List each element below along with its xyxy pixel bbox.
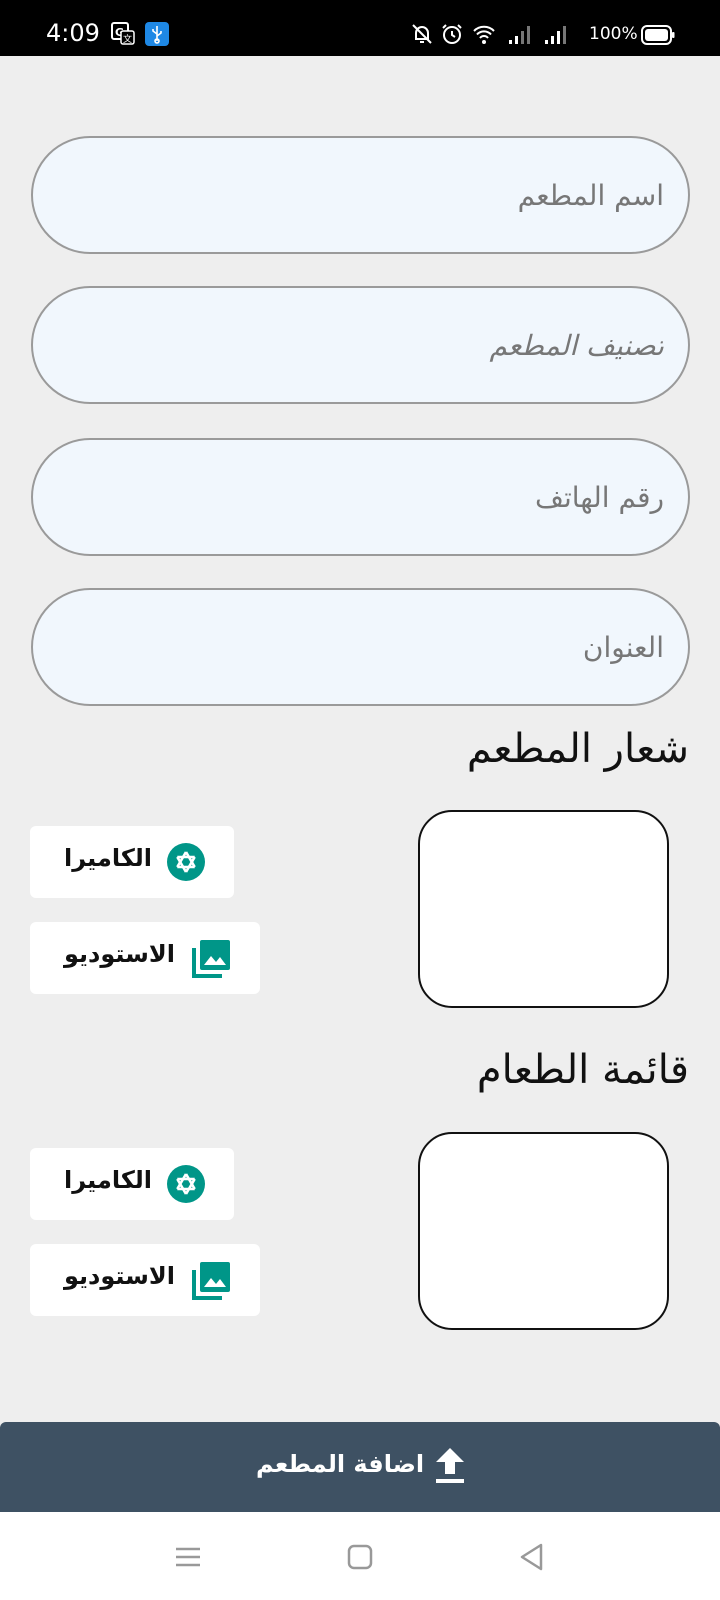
status-bar: 4:09 G 文 100% bbox=[0, 0, 720, 56]
gallery-icon bbox=[192, 940, 230, 978]
logo-section-title: شعار المطعم bbox=[466, 726, 689, 772]
camera-icon bbox=[167, 1165, 205, 1203]
menu-studio-label: الاستوديو bbox=[64, 1262, 175, 1290]
logo-studio-label: الاستوديو bbox=[64, 940, 175, 968]
menu-camera-label: الكاميرا bbox=[64, 1166, 153, 1194]
restaurant-category-input[interactable] bbox=[33, 288, 688, 402]
upload-icon bbox=[436, 1448, 464, 1483]
menu-studio-button[interactable]: الاستوديو bbox=[30, 1244, 260, 1316]
translate-icon: G 文 bbox=[111, 22, 135, 45]
address-input[interactable] bbox=[33, 590, 688, 704]
system-nav-bar bbox=[0, 1512, 720, 1600]
restaurant-name-input[interactable] bbox=[33, 138, 688, 252]
address-field[interactable] bbox=[31, 588, 690, 706]
svg-text:文: 文 bbox=[123, 33, 132, 45]
logo-camera-button[interactable]: الكاميرا bbox=[30, 826, 234, 898]
add-restaurant-label: اضافة المطعم bbox=[256, 1450, 425, 1478]
camera-icon bbox=[167, 843, 205, 881]
battery-icon bbox=[641, 25, 675, 45]
menu-image-preview[interactable] bbox=[418, 1132, 669, 1330]
menu-section-title: قائمة الطعام bbox=[476, 1047, 689, 1093]
home-icon[interactable] bbox=[342, 1539, 378, 1575]
wifi-icon bbox=[473, 25, 495, 44]
phone-input[interactable] bbox=[33, 440, 688, 554]
logo-studio-button[interactable]: الاستوديو bbox=[30, 922, 260, 994]
menu-icon[interactable] bbox=[170, 1539, 206, 1575]
menu-camera-button[interactable]: الكاميرا bbox=[30, 1148, 234, 1220]
status-time: 4:09 bbox=[46, 19, 100, 47]
gallery-icon bbox=[192, 1262, 230, 1300]
logo-image-preview[interactable] bbox=[418, 810, 669, 1008]
restaurant-category-field[interactable] bbox=[31, 286, 690, 404]
battery-level: 100% bbox=[589, 24, 638, 44]
back-icon[interactable] bbox=[514, 1539, 550, 1575]
signal-icon bbox=[545, 26, 566, 44]
phone-field[interactable] bbox=[31, 438, 690, 556]
logo-camera-label: الكاميرا bbox=[64, 844, 153, 872]
signal-icon bbox=[509, 26, 530, 44]
alarm-icon bbox=[442, 24, 462, 44]
usb-icon bbox=[145, 22, 169, 46]
restaurant-name-field[interactable] bbox=[31, 136, 690, 254]
add-restaurant-button[interactable]: اضافة المطعم bbox=[0, 1422, 720, 1512]
bell-off-icon bbox=[412, 24, 432, 44]
